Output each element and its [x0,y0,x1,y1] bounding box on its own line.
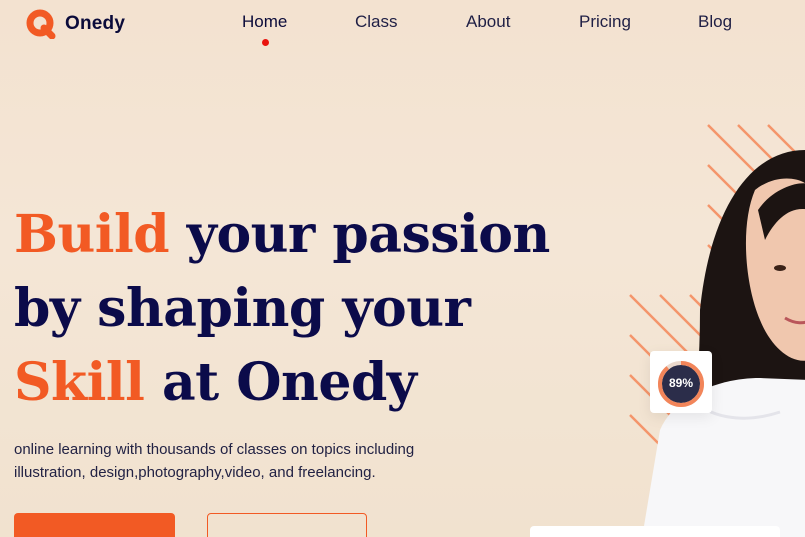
nav-blog[interactable]: Blog [698,12,732,32]
bottom-info-card [530,526,780,537]
brand-logo[interactable]: Onedy [25,9,126,40]
student-photo [642,150,805,537]
active-indicator-dot [262,39,269,46]
learn-more-button[interactable]: Learn More [207,513,367,537]
top-navigation: Onedy Home Class About Pricing Blog [0,0,805,50]
headline-text-2: at Onedy [144,352,417,413]
progress-card: 89% [650,351,712,413]
nav-home[interactable]: Home [242,12,287,32]
get-started-button[interactable]: Get Started [14,513,175,537]
progress-percentage: 89% [668,376,694,390]
nav-pricing[interactable]: Pricing [579,12,631,32]
q-logo-icon [25,9,59,40]
nav-class[interactable]: Class [355,12,398,32]
headline-accent-skill: Skill [14,352,145,413]
hero-headline: Build your passion by shaping your Skill… [14,198,594,420]
hero-subtext: online learning with thousands of classe… [14,441,415,481]
headline-accent-build: Build [14,204,170,265]
nav-about[interactable]: About [466,12,510,32]
brand-name: Onedy [65,13,126,34]
